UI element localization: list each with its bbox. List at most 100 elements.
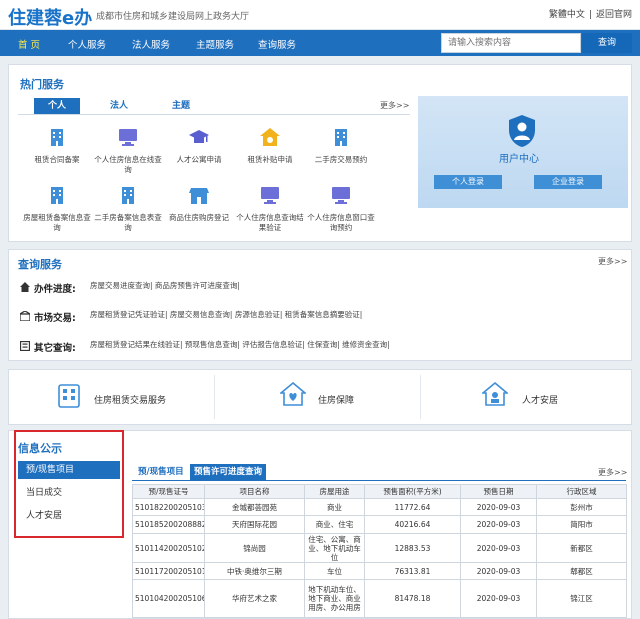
table-cell: 510117200205101 — [132, 562, 205, 580]
shop-icon — [189, 188, 209, 204]
table-cell: 住宅、公寓、商业、地下机动车位 — [304, 533, 365, 563]
traditional-chinese-link[interactable]: 繁體中文 — [547, 10, 587, 20]
query-services-title: 查询服务 — [18, 258, 62, 271]
service-personal-housing-query[interactable]: 个人住房信息在线查询 — [93, 126, 163, 175]
house-subsidy-icon — [260, 128, 280, 146]
table-row[interactable]: 510117200205101 中铁·奥维尔三期 车位 76313.81 202… — [132, 562, 627, 580]
table-cell: 锦尚园 — [204, 533, 305, 563]
back-to-official-link[interactable]: 返回官网 — [594, 10, 634, 20]
monitor-icon — [332, 187, 350, 204]
personal-login-button[interactable]: 个人登录 — [434, 175, 502, 189]
progress-query-label: 办件进度: — [34, 284, 76, 295]
building-icon — [51, 129, 63, 146]
talent-house-icon — [482, 381, 508, 406]
divider — [420, 375, 421, 419]
user-center-title: 用户中心 — [499, 154, 539, 165]
table-cell: 510185200208882 — [132, 515, 205, 534]
col-usage: 房屋用途 — [304, 484, 365, 499]
other-query-label: 其它查询: — [34, 343, 76, 354]
talent-housing-service[interactable]: 人才安居 — [478, 369, 598, 425]
hot-services-title: 热门服务 — [20, 78, 64, 91]
service-label: 二手房交易预约 — [314, 155, 368, 164]
table-row[interactable]: 510185200208882 天府国际花园 商业、住宅 40216.64 20… — [132, 515, 627, 534]
service-rental-record-query[interactable]: 房屋租赁备案信息查询 — [22, 184, 92, 233]
table-header-row: 预/现售证号 项目名称 房屋用途 预售面积(平方米) 预售日期 行政区域 — [132, 484, 627, 499]
table-row[interactable]: 510114200205102 锦尚园 住宅、公寓、商业、地下机动车位 1288… — [132, 533, 627, 563]
service-label: 二手房备案信息表查询 — [94, 213, 162, 232]
table-cell: 81478.18 — [364, 579, 461, 618]
table-cell: 商业、住宅 — [304, 515, 365, 534]
table-row[interactable]: 510182200205103 金城都荟园苑 商业 11772.64 2020-… — [132, 498, 627, 516]
subtab-presale-permit-progress[interactable]: 预售许可进度查询 — [190, 464, 267, 480]
table-cell: 彭州市 — [536, 498, 627, 516]
service-label: 个人住房信息在线查询 — [94, 155, 162, 174]
top-bar: 住建蓉e办 成都市住房和城乡建设局网上政务大厅 繁體中文 | 返回官网 — [0, 0, 640, 30]
service-second-hand-record-query[interactable]: 二手房备案信息表查询 — [93, 184, 163, 233]
housing-rental-service[interactable]: 住房租赁交易服务 — [50, 369, 210, 425]
market-trade-links[interactable]: 房屋租赁登记凭证验证| 房屋交易信息查询| 房源信息验证| 租赁备案信息摘要验证… — [90, 309, 362, 320]
service-label: 个人住房信息查询结果验证 — [236, 213, 304, 232]
table-cell: 车位 — [304, 562, 365, 580]
table-cell: 地下机动车位、地下商业、商业用房、办公用房 — [304, 579, 365, 618]
table-cell: 510104200205106 — [132, 579, 205, 618]
site-logo[interactable]: 住建蓉e办 — [8, 4, 92, 30]
housing-security-label: 住房保障 — [318, 396, 355, 406]
table-row[interactable]: 510104200205106 华府艺术之家 地下机动车位、地下商业、商业用房、… — [132, 579, 627, 618]
building-icon — [335, 129, 347, 146]
hot-more-link[interactable]: 更多>> — [380, 100, 409, 111]
tab-corporate[interactable]: 法人 — [96, 98, 142, 114]
top-links: 繁體中文 | 返回官网 — [547, 7, 634, 20]
service-rental-contract[interactable]: 租赁合同备案 — [22, 126, 92, 165]
tab-personal[interactable]: 个人 — [34, 98, 80, 114]
nav-corporate-services[interactable]: 法人服务 — [132, 37, 170, 51]
home-icon — [20, 282, 30, 292]
nav-personal-services[interactable]: 个人服务 — [68, 37, 106, 51]
table-cell: 华府艺术之家 — [204, 579, 305, 618]
presale-table: 预/现售证号 项目名称 房屋用途 预售面积(平方米) 预售日期 行政区域 510… — [132, 484, 627, 618]
subtab-presale-projects[interactable]: 预/现售项目 — [134, 464, 188, 480]
service-label: 个人住房信息窗口查询预约 — [307, 213, 375, 232]
building-icon — [122, 187, 134, 204]
enterprise-login-button[interactable]: 企业登录 — [534, 175, 602, 189]
other-query-icon — [20, 341, 30, 351]
tab-underline — [18, 114, 410, 115]
table-cell: 2020-09-03 — [460, 515, 537, 534]
table-cell: 锦江区 — [536, 579, 627, 618]
table-cell: 2020-09-03 — [460, 498, 537, 516]
service-talent-apartment[interactable]: 人才公寓申请 — [164, 126, 234, 165]
search-button[interactable]: 查询 — [582, 33, 632, 53]
tab-theme[interactable]: 主题 — [158, 98, 204, 114]
table-cell: 金城都荟园苑 — [204, 498, 305, 516]
progress-query-links[interactable]: 房屋交易进度查询| 商品房预售许可进度查询| — [90, 280, 240, 291]
house-heart-icon — [280, 381, 306, 406]
table-cell: 郫都区 — [536, 562, 627, 580]
market-trade-label: 市场交易: — [34, 313, 76, 324]
service-label: 租赁合同备案 — [34, 155, 80, 164]
service-second-hand-appointment[interactable]: 二手房交易预约 — [306, 126, 376, 165]
search-input[interactable] — [441, 33, 581, 53]
subtab-underline — [132, 480, 626, 481]
table-cell: 中铁·奥维尔三期 — [204, 562, 305, 580]
service-commercial-housing-registration[interactable]: 商品住房购房登记 — [164, 184, 234, 223]
service-window-query-appointment[interactable]: 个人住房信息窗口查询预约 — [306, 184, 376, 233]
housing-rental-label: 住房租赁交易服务 — [94, 396, 167, 406]
col-area: 预售面积(平方米) — [364, 484, 461, 499]
service-label: 商品住房购房登记 — [169, 213, 229, 222]
nav-home[interactable]: 首 页 — [18, 37, 40, 51]
other-query-links[interactable]: 房屋租赁登记结果在线验证| 预现售信息查询| 评估报告信息验证| 住保查询| 维… — [90, 339, 390, 350]
table-cell: 76313.81 — [364, 562, 461, 580]
table-cell: 2020-09-03 — [460, 579, 537, 618]
housing-security-service[interactable]: 住房保障 — [276, 369, 396, 425]
service-label: 租赁补贴申请 — [247, 155, 293, 164]
info-more-link[interactable]: 更多>> — [598, 467, 627, 478]
divider — [214, 375, 215, 419]
col-project-name: 项目名称 — [204, 484, 305, 499]
table-cell: 510114200205102 — [132, 533, 205, 563]
query-more-link[interactable]: 更多>> — [598, 256, 627, 267]
service-rental-subsidy[interactable]: 租赁补贴申请 — [235, 126, 305, 165]
nav-query-services[interactable]: 查询服务 — [258, 37, 296, 51]
nav-theme-services[interactable]: 主题服务 — [196, 37, 234, 51]
service-housing-result-verification[interactable]: 个人住房信息查询结果验证 — [235, 184, 305, 233]
table-cell: 商业 — [304, 498, 365, 516]
table-cell: 新都区 — [536, 533, 627, 563]
